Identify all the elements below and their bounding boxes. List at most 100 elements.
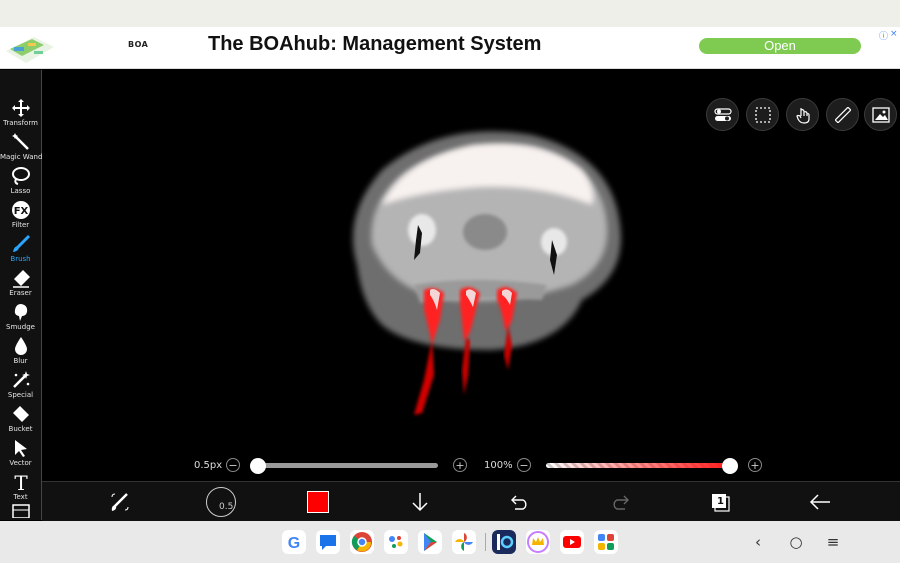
back-arrow-button[interactable] [806, 488, 834, 516]
taskbar-divider [485, 533, 486, 551]
opacity-decrease-button[interactable]: − [517, 458, 531, 472]
tool-text[interactable]: T Text [0, 472, 41, 506]
opacity-slider[interactable] [546, 463, 731, 468]
brush-settings-icon [111, 493, 129, 511]
system-taskbar: G ‹ ○ ≡ [0, 521, 900, 563]
tool-label: Vector [9, 459, 32, 467]
drawing-canvas[interactable] [42, 70, 900, 481]
selection-button[interactable] [746, 98, 779, 131]
ad-title[interactable]: The BOAhub: Management System [208, 33, 541, 56]
undo-icon [511, 495, 527, 510]
tool-smudge[interactable]: Smudge [0, 302, 41, 336]
arrow-down-icon [412, 493, 428, 512]
opacity-slider-handle[interactable] [722, 458, 738, 474]
tool-eraser[interactable]: Eraser [0, 268, 41, 302]
ibis-paint-app-icon[interactable] [492, 530, 516, 554]
size-decrease-button[interactable]: − [226, 458, 240, 472]
reference-image-button[interactable] [864, 98, 897, 131]
tool-label: Magic Wand [0, 153, 43, 161]
tool-label: Blur [13, 357, 28, 365]
chrome-app-icon[interactable] [350, 530, 374, 554]
layer-count-label: 1 [717, 496, 724, 507]
nav-recents-button[interactable]: ≡ [825, 533, 841, 551]
nav-home-button[interactable]: ○ [788, 533, 804, 551]
frame-icon [11, 504, 30, 518]
ruler-icon [834, 106, 851, 123]
brush-icon [12, 234, 30, 252]
tool-blur[interactable]: Blur [0, 336, 41, 370]
smudge-icon [14, 304, 27, 321]
tool-label: Filter [11, 221, 30, 229]
google-g-icon: G [288, 535, 300, 552]
chrome-icon [351, 532, 372, 552]
ad-close-icon[interactable]: × [890, 29, 898, 39]
image-icon [871, 106, 890, 123]
youtube-app-icon[interactable] [560, 530, 584, 554]
assistant-icon [389, 536, 403, 548]
tool-special[interactable]: Special [0, 370, 41, 404]
brush-size-slider[interactable] [258, 463, 438, 468]
ad-open-button[interactable]: Open [699, 38, 861, 54]
photos-app-icon[interactable] [452, 530, 476, 554]
text-icon: T [14, 472, 28, 492]
color-swatch-button[interactable] [307, 491, 329, 513]
brush-sliders: 0.5px − + 100% − + [42, 452, 900, 481]
tool-bucket[interactable]: Bucket [0, 404, 41, 438]
tool-label: Transform [3, 119, 38, 127]
size-increase-button[interactable]: + [453, 458, 467, 472]
artwork-skull-drawing [352, 131, 621, 415]
messages-app-icon[interactable] [316, 530, 340, 554]
brush-settings-button[interactable] [106, 488, 134, 516]
tool-label: Brush [10, 255, 31, 263]
ad-info-icon[interactable]: ⓘ [879, 29, 888, 42]
magic-wand-icon [11, 133, 29, 150]
svg-text:G: G [288, 535, 300, 552]
svg-text:FX: FX [13, 206, 28, 217]
tool-label: Eraser [9, 289, 32, 297]
crown-app-icon[interactable] [526, 530, 550, 554]
tool-lasso[interactable]: Lasso [0, 166, 41, 200]
tool-vector[interactable]: Vector [0, 438, 41, 472]
opacity-increase-button[interactable]: + [748, 458, 762, 472]
tool-filter[interactable]: FX Filter [0, 200, 41, 234]
tool-frame[interactable] [0, 504, 41, 520]
play-store-icon [424, 533, 437, 551]
tool-label: Bucket [8, 425, 33, 433]
ad-banner[interactable]: BOA The BOAhub: Management System Open ⓘ… [0, 27, 900, 69]
redo-icon [613, 495, 629, 510]
play-store-app-icon[interactable] [418, 530, 442, 554]
layers-button[interactable]: 1 [706, 488, 734, 516]
selection-marquee-icon [754, 106, 771, 123]
youtube-icon [563, 536, 581, 548]
brush-size-preview-button[interactable]: 0.5 [206, 487, 236, 517]
ad-logo: BOA [128, 40, 149, 49]
app-drawer-icon[interactable] [594, 530, 618, 554]
opacity-value: 100% [484, 460, 513, 471]
lasso-icon [11, 167, 30, 185]
hand-tool-button[interactable] [786, 98, 819, 131]
crown-icon [527, 531, 549, 553]
google-app-icon[interactable]: G [282, 530, 306, 554]
tool-label: Smudge [6, 323, 35, 331]
tool-sidebar: Transform Magic Wand Lasso FX Filter Bru… [0, 70, 42, 520]
save-download-button[interactable] [406, 488, 434, 516]
nav-back-button[interactable]: ‹ [750, 533, 766, 551]
vector-cursor-icon [14, 440, 27, 457]
status-bar [0, 0, 900, 27]
tool-label: Text [13, 493, 28, 501]
ruler-button[interactable] [826, 98, 859, 131]
tool-label: Special [7, 391, 34, 399]
assistant-app-icon[interactable] [384, 530, 408, 554]
tool-transform[interactable]: Transform [0, 98, 41, 132]
grid-apps-icon [598, 534, 614, 550]
toggle-settings-button[interactable] [706, 98, 739, 131]
bottom-toolbar: 0.5 1 [42, 481, 900, 522]
redo-button[interactable] [606, 488, 634, 516]
hand-pointer-icon [795, 107, 810, 124]
brush-size-slider-handle[interactable] [250, 458, 266, 474]
undo-button[interactable] [506, 488, 534, 516]
tool-brush[interactable]: Brush [0, 234, 41, 268]
eraser-icon [12, 270, 30, 288]
transform-icon [11, 99, 30, 117]
tool-magic-wand[interactable]: Magic Wand [0, 132, 43, 166]
